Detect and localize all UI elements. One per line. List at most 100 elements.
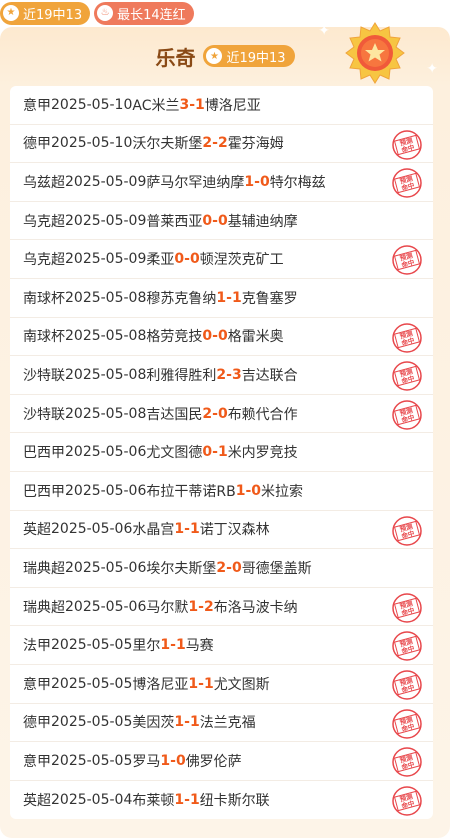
star-icon: ★ [206,48,223,64]
match-row[interactable]: 意甲 2025-05-05 罗马 1 - 0 佛罗伦萨 预测 命中 [10,742,433,781]
match-league: 南球杯 [23,290,65,307]
match-row[interactable]: 德甲 2025-05-10 沃尔夫斯堡 2 - 2 霍芬海姆 预测 命中 [10,125,433,164]
prediction-hit-stamp: 预测命中 [392,322,422,353]
home-score: 1 [160,752,171,769]
home-team: 美因茨 [132,715,175,732]
match-league: 巴西甲 [23,483,65,500]
match-date: 2025-05-08 [65,366,147,383]
match-league: 意甲 [23,753,51,770]
match-league: 意甲 [23,97,51,114]
away-score: 0 [231,559,242,576]
match-row[interactable]: 意甲 2025-05-10 AC米兰 3 - 1 博洛尼亚 [10,86,433,125]
away-team: 佛罗伦萨 [185,753,242,770]
match-league: 英超 [23,792,51,809]
prediction-hit-stamp: 预测命中 [392,592,422,623]
home-team: 穆苏克鲁纳 [146,290,217,307]
match-date: 2025-05-08 [65,405,147,422]
match-date: 2025-05-06 [65,598,147,615]
home-score: 1 [216,289,227,306]
home-team: 萨马尔罕迪纳摩 [146,174,245,191]
sparkle-icon: ✦ [318,23,330,39]
home-score: 1 [174,791,185,808]
home-team: 吉达国民 [146,406,203,423]
match-date: 2025-05-10 [51,135,133,152]
match-date: 2025-05-09 [65,212,147,229]
match-row[interactable]: 乌克超 2025-05-09 柔亚 0 - 0 顿涅茨克矿工 预测 命中 [10,240,433,279]
match-row[interactable]: 瑞典超 2025-05-06 埃尔夫斯堡 2 - 0 哥德堡盖斯 [10,549,433,588]
home-team: 水晶宫 [132,522,175,539]
star-icon: ★ [3,5,19,21]
medal-icon [345,22,405,84]
match-row[interactable]: 英超 2025-05-04 布莱顿 1 - 1 纽卡斯尔联 预测 命中 [10,781,433,820]
prediction-hit-stamp: 预测命中 [392,515,422,546]
away-team: 吉达联合 [241,367,298,384]
match-row[interactable]: 南球杯 2025-05-08 穆苏克鲁纳 1 - 1 克鲁塞罗 [10,279,433,318]
hit-rate-label: 近19中13 [226,50,286,66]
home-score: 1 [188,675,199,692]
home-score: 2 [216,366,227,383]
prediction-hit-stamp: 预测命中 [392,708,422,739]
match-row[interactable]: 沙特联 2025-05-08 利雅得胜利 2 - 3 吉达联合 预测 命中 [10,356,433,395]
match-row[interactable]: 法甲 2025-05-05 里尔 1 - 1 马赛 预测 命中 [10,626,433,665]
away-score: 2 [203,598,214,615]
match-row[interactable]: 沙特联 2025-05-08 吉达国民 2 - 0 布赖代合作 预测 命中 [10,395,433,434]
home-team: AC米兰 [132,97,180,114]
prediction-hit-stamp: 预测命中 [392,400,422,430]
home-team: 布莱顿 [132,792,175,809]
match-date: 2025-05-09 [65,251,147,268]
home-team: 马尔默 [146,599,189,616]
match-league: 法甲 [23,638,51,655]
match-date: 2025-05-06 [65,559,147,576]
away-score: 0 [251,482,262,499]
match-league: 乌克超 [23,252,65,269]
match-league: 瑞典超 [23,599,65,616]
match-row[interactable]: 巴西甲 2025-05-06 布拉干蒂诺RB 1 - 0 米拉索 [10,472,433,511]
match-row[interactable]: 巴西甲 2025-05-06 尤文图德 0 - 1 米内罗竞技 [10,433,433,472]
home-score: 0 [202,328,213,345]
match-date: 2025-05-05 [51,752,133,769]
home-team: 尤文图德 [146,445,203,462]
home-team: 罗马 [132,753,161,770]
away-score: 2 [217,135,228,152]
match-league: 英超 [23,522,51,539]
away-team: 米内罗竞技 [227,445,298,462]
home-score: 1 [235,482,246,499]
away-score: 1 [203,675,214,692]
match-row[interactable]: 南球杯 2025-05-08 格劳竞技 0 - 0 格雷米奥 预测 命中 [10,318,433,357]
away-score: 0 [217,212,228,229]
match-league: 巴西甲 [23,445,65,462]
away-score: 1 [195,96,205,113]
match-date: 2025-05-05 [51,714,133,731]
match-date: 2025-05-09 [65,173,147,190]
home-team: 埃尔夫斯堡 [146,560,217,577]
match-row[interactable]: 瑞典超 2025-05-06 马尔默 1 - 2 布洛马波卡纳 预测 命中 [10,588,433,627]
away-score: 1 [189,521,200,538]
expert-name[interactable]: 乐奇 [155,42,195,71]
away-team: 法兰克福 [199,715,256,732]
match-row[interactable]: 英超 2025-05-06 水晶宫 1 - 1 诺丁汉森林 预测 命中 [10,511,433,550]
recent-hit-tag: ★ 近19中13 [0,1,91,25]
away-score: 1 [231,289,242,306]
match-league: 乌克超 [23,213,65,230]
away-team: 克鲁塞罗 [241,290,298,307]
away-score: 0 [175,752,186,769]
away-score: 0 [189,251,200,268]
prediction-hit-stamp: 预测命中 [392,747,422,777]
streak-tag: ♨ 最长14连红 [94,1,194,25]
match-row[interactable]: 乌兹超 2025-05-09 萨马尔罕迪纳摩 1 - 0 特尔梅兹 预测 命中 [10,163,433,202]
match-list: 意甲 2025-05-10 AC米兰 3 - 1 博洛尼亚 德甲 2025-05-10… [10,86,433,820]
match-date: 2025-05-08 [65,328,147,345]
home-score: 2 [202,405,213,422]
flame-icon: ♨ [97,5,114,21]
match-row[interactable]: 德甲 2025-05-05 美因茨 1 - 1 法兰克福 预测 命中 [10,704,433,743]
away-team: 马赛 [185,638,214,655]
match-date: 2025-05-04 [51,791,133,808]
away-team: 博洛尼亚 [204,97,261,114]
home-team: 布拉干蒂诺RB [146,483,236,500]
match-row[interactable]: 意甲 2025-05-05 博洛尼亚 1 - 1 尤文图斯 预测 命中 [10,665,433,704]
home-score: 1 [174,521,185,538]
match-league: 德甲 [23,136,51,153]
home-team: 里尔 [132,638,161,655]
match-row[interactable]: 乌克超 2025-05-09 普莱西亚 0 - 0 基辅迪纳摩 [10,202,433,241]
away-score: 1 [175,637,186,654]
